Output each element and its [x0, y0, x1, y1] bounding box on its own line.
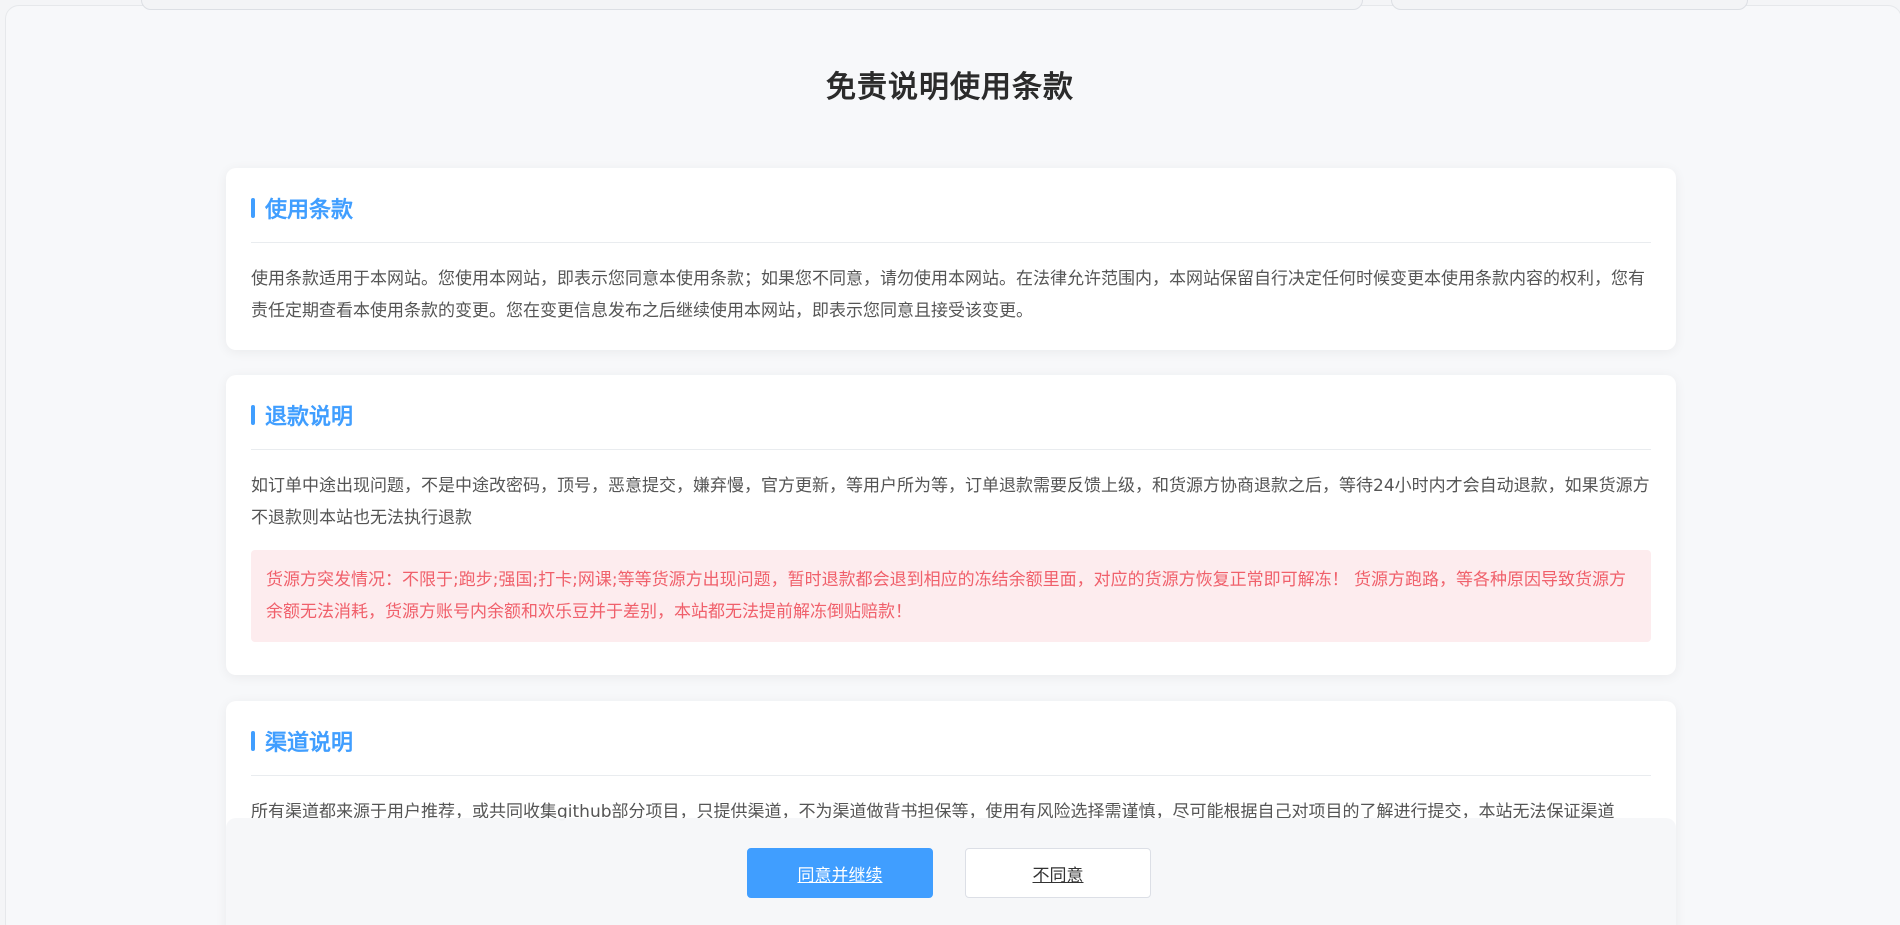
- refund-title: 退款说明: [265, 405, 354, 430]
- refund-body: 如订单中途出现问题，不是中途改密码，顶号，恶意提交，嫌弃慢，官方更新，等用户所为…: [251, 450, 1651, 642]
- refund-notice: 货源方突发情况：不限于;跑步;强国;打卡;网课;等等货源方出现问题，暂时退款都会…: [251, 550, 1651, 642]
- section-marker: [251, 198, 255, 218]
- page-title: 免责说明使用条款: [826, 70, 1074, 105]
- top-strip-right: [1391, 0, 1748, 10]
- top-strip-left: [141, 0, 1363, 10]
- page: 免责说明使用条款 使用条款 使用条款适用于本网站。您使用本网站，即表示您同意本使…: [0, 0, 1900, 925]
- channel-title: 渠道说明: [265, 731, 354, 756]
- refund-text: 如订单中途出现问题，不是中途改密码，顶号，恶意提交，嫌弃慢，官方更新，等用户所为…: [251, 476, 1650, 528]
- terms-body: 使用条款适用于本网站。您使用本网站，即表示您同意本使用条款；如果您不同意，请勿使…: [251, 269, 1645, 321]
- section-marker: [251, 731, 255, 751]
- agree-button[interactable]: 同意并继续: [747, 848, 933, 898]
- channel-card-header: 渠道说明: [251, 701, 1651, 776]
- refund-card: 退款说明 如订单中途出现问题，不是中途改密码，顶号，恶意提交，嫌弃慢，官方更新，…: [226, 375, 1676, 675]
- terms-title: 使用条款: [265, 198, 354, 223]
- refund-card-header: 退款说明: [251, 375, 1651, 450]
- section-marker: [251, 405, 255, 425]
- action-bar: 同意并继续 不同意: [226, 818, 1676, 925]
- terms-card-header: 使用条款: [251, 168, 1651, 243]
- decline-button[interactable]: 不同意: [965, 848, 1151, 898]
- terms-card: 使用条款 使用条款适用于本网站。您使用本网站，即表示您同意本使用条款；如果您不同…: [226, 168, 1676, 350]
